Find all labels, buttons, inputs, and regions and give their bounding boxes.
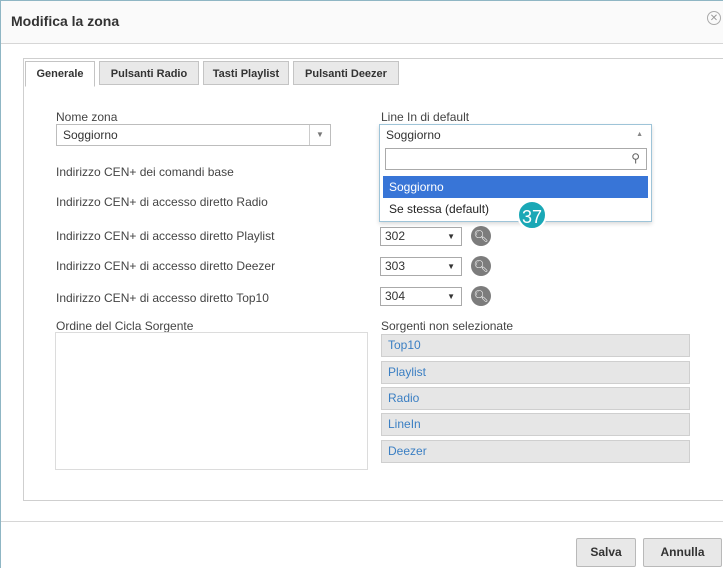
line-in-value: Soggiorno (386, 128, 441, 142)
line-in-dropdown: Soggiorno ▲ ⚲ Soggiorno Se stessa (defau… (379, 124, 652, 222)
source-item-linein[interactable]: LineIn (381, 413, 690, 436)
tab-pulsanti-deezer[interactable]: Pulsanti Deezer (293, 61, 399, 85)
footer-divider (1, 521, 723, 522)
cen-top10-label: Indirizzo CEN+ di accesso diretto Top10 (56, 291, 269, 305)
line-in-option-se-stessa[interactable]: Se stessa (default) (383, 198, 648, 220)
source-item-top10[interactable]: Top10 (381, 334, 690, 357)
dialog-titlebar: Modifica la zona ✕ (1, 1, 723, 44)
line-in-label: Line In di default (381, 110, 470, 124)
search-icon: ⚲ (631, 151, 640, 165)
tab-pulsanti-radio[interactable]: Pulsanti Radio (99, 61, 199, 85)
cancel-button[interactable]: Annulla (643, 538, 722, 567)
dialog-title: Modifica la zona (11, 13, 120, 29)
source-item-deezer[interactable]: Deezer (381, 440, 690, 463)
close-icon[interactable]: ✕ (707, 11, 721, 25)
save-button[interactable]: Salva (576, 538, 636, 567)
callout-badge: 37 (517, 200, 547, 230)
cen-deezer-select[interactable]: 303 ▼ (380, 257, 462, 276)
search-icon[interactable]: 🔍︎ (471, 226, 491, 246)
cen-base-label: Indirizzo CEN+ dei comandi base (56, 165, 234, 179)
unselected-sources-label: Sorgenti non selezionate (381, 319, 514, 333)
cen-top10-select[interactable]: 304 ▼ (380, 287, 462, 306)
zone-name-label: Nome zona (56, 110, 118, 124)
tab-tasti-playlist[interactable]: Tasti Playlist (203, 61, 289, 85)
chevron-down-icon: ▼ (447, 262, 455, 271)
edit-zone-dialog: Modifica la zona ✕ Generale Pulsanti Rad… (0, 0, 723, 568)
line-in-option-soggiorno[interactable]: Soggiorno (383, 176, 648, 198)
chevron-down-icon: ▼ (309, 125, 330, 145)
cycle-label: Ordine del Cicla Sorgente (56, 319, 194, 333)
zone-name-select[interactable]: Soggiorno ▼ (56, 124, 331, 146)
chevron-down-icon: ▼ (447, 232, 455, 241)
tab-generale[interactable]: Generale (25, 61, 95, 87)
line-in-select[interactable]: Soggiorno ▲ (380, 125, 651, 147)
cen-deezer-value: 303 (385, 259, 406, 273)
search-icon[interactable]: 🔍︎ (471, 256, 491, 276)
cen-playlist-label: Indirizzo CEN+ di accesso diretto Playli… (56, 229, 275, 243)
cen-deezer-label: Indirizzo CEN+ di accesso diretto Deezer (56, 259, 276, 273)
source-item-playlist[interactable]: Playlist (381, 361, 690, 384)
source-item-radio[interactable]: Radio (381, 387, 690, 410)
cen-playlist-value: 302 (385, 229, 406, 243)
cycle-source-list[interactable] (55, 332, 368, 470)
cen-playlist-select[interactable]: 302 ▼ (380, 227, 462, 246)
search-icon[interactable]: 🔍︎ (471, 286, 491, 306)
zone-name-value: Soggiorno (63, 128, 118, 142)
cen-top10-value: 304 (385, 289, 406, 303)
chevron-down-icon: ▼ (447, 292, 455, 301)
line-in-search-input[interactable]: ⚲ (385, 148, 647, 170)
cen-radio-label: Indirizzo CEN+ di accesso diretto Radio (56, 195, 268, 209)
chevron-up-icon: ▲ (636, 131, 643, 138)
